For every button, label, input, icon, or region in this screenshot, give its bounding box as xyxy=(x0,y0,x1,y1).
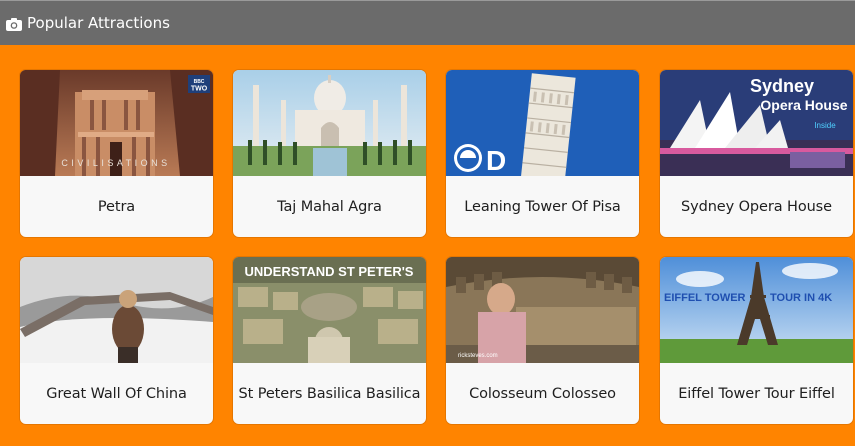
card-thumbnail xyxy=(233,70,426,176)
camera-icon xyxy=(6,16,22,31)
overlay-title: UNDERSTAND ST PETER'S xyxy=(245,264,414,279)
overlay-title-line1: Sydney xyxy=(750,76,814,96)
overlay-watermark: ricksteves.com xyxy=(458,353,498,359)
card-petra[interactable]: BBC TWO CIVILISATIONS Petra xyxy=(20,70,213,237)
overlay-title: CIVILISATIONS xyxy=(61,158,170,168)
card-thumbnail: BBC TWO CIVILISATIONS xyxy=(20,70,213,176)
card-taj-mahal[interactable]: Taj Mahal Agra xyxy=(233,70,426,237)
card-thumbnail: ricksteves.com xyxy=(446,257,639,363)
svg-text:BBC: BBC xyxy=(194,79,205,85)
svg-text:TWO: TWO xyxy=(191,86,208,93)
card-label: Petra xyxy=(97,198,136,215)
card-label: St Peters Basilica Basilica xyxy=(238,385,421,402)
svg-text:D: D xyxy=(486,145,506,176)
card-label: Great Wall Of China xyxy=(46,385,187,402)
card-label: Sydney Opera House xyxy=(681,198,832,215)
card-thumbnail: EIFFEL TOWER TOUR IN 4K xyxy=(660,257,853,363)
overlay-title-right: TOUR IN 4K xyxy=(770,292,832,304)
page-title: Popular Attractions xyxy=(27,13,170,32)
card-thumbnail: UNDERSTAND ST PETER'S xyxy=(233,257,426,363)
card-thumbnail xyxy=(20,257,213,363)
card-thumbnail: D xyxy=(446,70,639,176)
card-great-wall-china[interactable]: Great Wall Of China xyxy=(20,257,213,424)
card-label: Eiffel Tower Tour Eiffel xyxy=(678,385,835,402)
card-label: Colosseum Colosseo xyxy=(469,385,616,402)
card-label: Taj Mahal Agra xyxy=(277,198,382,215)
card-sydney-opera-house[interactable]: Sydney Opera House Inside Sydney Opera H… xyxy=(660,70,853,237)
card-eiffel-tower[interactable]: EIFFEL TOWER TOUR IN 4K Eiffel Tower Tou… xyxy=(660,257,853,424)
card-colosseum[interactable]: ricksteves.com Colosseum Colosseo xyxy=(446,257,639,424)
overlay-title-line2: Opera House xyxy=(760,97,847,113)
card-leaning-tower-pisa[interactable]: D Leaning Tower Of Pisa xyxy=(446,70,639,237)
header-bar: Popular Attractions xyxy=(0,0,855,45)
card-st-peters-basilica[interactable]: UNDERSTAND ST PETER'S St Peters Basilica… xyxy=(233,257,426,424)
card-thumbnail: Sydney Opera House Inside xyxy=(660,70,853,176)
card-label: Leaning Tower Of Pisa xyxy=(464,198,621,215)
overlay-subtitle: Inside xyxy=(814,121,836,130)
overlay-title-left: EIFFEL TOWER xyxy=(664,292,746,304)
